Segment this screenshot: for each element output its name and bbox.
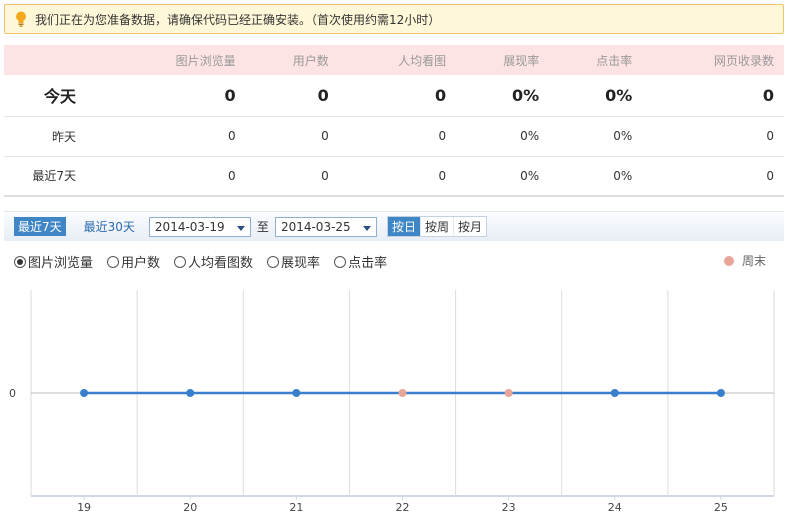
header-show-rate: 展现率 xyxy=(456,45,550,75)
metric-radio-users[interactable]: 用户数 xyxy=(107,252,160,271)
cell-value: 0% xyxy=(549,116,643,157)
header-indexed: 网页收录数 xyxy=(642,45,784,75)
x-tick-label: 23 xyxy=(502,501,516,514)
notice-text: 我们正在为您准备数据，请确保代码已经正确安装。（首次使用约需12小时） xyxy=(35,12,441,27)
x-tick-label: 20 xyxy=(183,501,197,514)
cell-value: 0% xyxy=(456,156,550,197)
row-label: 最近7天 xyxy=(4,156,104,197)
data-point xyxy=(610,389,619,397)
radio-label: 展现率 xyxy=(281,256,321,271)
radio-icon xyxy=(174,255,187,268)
date-toolbar: 最近7天 最近30天 2014-03-19 至 2014-03-25 按日 按周… xyxy=(4,211,784,241)
legend-weekend-label: 周末 xyxy=(742,254,767,268)
radio-icon xyxy=(267,255,280,268)
cell-value: 0 xyxy=(642,75,784,117)
granularity-toggle: 按日 按周 按月 xyxy=(386,216,487,237)
by-month-button[interactable]: 按月 xyxy=(453,217,486,236)
header-users: 用户数 xyxy=(245,45,339,75)
line-chart: 0 19 20 21 22 23 24 25 xyxy=(9,290,775,514)
range-30-days-button[interactable]: 最近30天 xyxy=(84,218,135,235)
x-tick-label: 21 xyxy=(289,501,303,514)
data-point xyxy=(504,389,513,397)
range-7-days-button[interactable]: 最近7天 xyxy=(14,217,66,236)
radio-icon xyxy=(107,255,120,268)
table-row: 昨天 0 0 0 0% 0% 0 xyxy=(4,116,784,157)
table-row: 最近7天 0 0 0 0% 0% 0 xyxy=(4,156,784,197)
radio-label: 点击率 xyxy=(348,256,388,271)
header-per-user: 人均看图 xyxy=(338,45,457,75)
cell-value: 0% xyxy=(549,156,643,197)
by-week-button[interactable]: 按周 xyxy=(420,217,454,236)
data-point xyxy=(292,389,301,397)
metric-radio-show-rate[interactable]: 展现率 xyxy=(267,252,320,271)
cell-value: 0 xyxy=(338,156,457,197)
cell-value: 0% xyxy=(549,75,643,117)
cell-value: 0 xyxy=(245,75,339,117)
data-point xyxy=(398,389,407,397)
cell-value: 0 xyxy=(642,116,784,157)
end-date-select[interactable]: 2014-03-25 xyxy=(274,216,377,237)
chevron-down-icon xyxy=(362,225,371,231)
x-tick-label: 24 xyxy=(608,501,622,514)
row-label: 今天 xyxy=(4,75,104,117)
x-tick-label: 22 xyxy=(396,501,410,514)
radio-icon xyxy=(334,255,347,268)
cell-value: 0% xyxy=(456,116,550,157)
stats-header-row: 图片浏览量 用户数 人均看图 展现率 点击率 网页收录数 xyxy=(4,45,784,75)
by-day-button[interactable]: 按日 xyxy=(387,217,421,236)
header-blank xyxy=(4,45,104,75)
notice-bar: 我们正在为您准备数据，请确保代码已经正确安装。（首次使用约需12小时） xyxy=(4,4,784,34)
radio-label: 用户数 xyxy=(121,256,161,271)
data-point xyxy=(716,389,725,397)
x-tick-label: 19 xyxy=(77,501,91,514)
cell-value: 0 xyxy=(245,156,339,197)
cell-value: 0% xyxy=(456,75,550,117)
date-separator: 至 xyxy=(256,220,269,234)
cell-value: 0 xyxy=(642,156,784,197)
x-tick-label: 25 xyxy=(714,501,728,514)
radio-label: 图片浏览量 xyxy=(28,256,94,271)
row-label: 昨天 xyxy=(4,116,104,157)
start-date-select[interactable]: 2014-03-19 xyxy=(148,216,251,237)
cell-value: 0 xyxy=(338,75,457,117)
table-row: 今天 0 0 0 0% 0% 0 xyxy=(4,75,784,117)
metric-radio-per-user[interactable]: 人均看图数 xyxy=(174,252,253,271)
data-point xyxy=(186,389,195,397)
metric-radio-click-rate[interactable]: 点击率 xyxy=(334,252,387,271)
radio-label: 人均看图数 xyxy=(188,256,254,271)
cell-value: 0 xyxy=(104,156,246,197)
lightbulb-icon xyxy=(16,11,26,27)
metric-radio-views[interactable]: 图片浏览量 xyxy=(14,252,93,271)
stats-table: 图片浏览量 用户数 人均看图 展现率 点击率 网页收录数 今天 0 0 0 0%… xyxy=(4,45,784,197)
cell-value: 0 xyxy=(104,75,246,117)
chevron-down-icon xyxy=(236,225,245,231)
weekend-dot-icon xyxy=(724,255,734,266)
header-views: 图片浏览量 xyxy=(104,45,246,75)
cell-value: 0 xyxy=(245,116,339,157)
radio-checked-icon xyxy=(14,255,26,268)
start-date-value: 2014-03-19 xyxy=(154,219,225,234)
y-tick-label: 0 xyxy=(9,387,16,400)
end-date-value: 2014-03-25 xyxy=(280,219,351,234)
chart-legend: 周末 xyxy=(724,252,766,269)
metric-radio-group: 图片浏览量 用户数 人均看图数 展现率 点击率 xyxy=(14,252,401,271)
data-point xyxy=(80,389,89,397)
cell-value: 0 xyxy=(338,116,457,157)
cell-value: 0 xyxy=(104,116,246,157)
header-click-rate: 点击率 xyxy=(549,45,643,75)
